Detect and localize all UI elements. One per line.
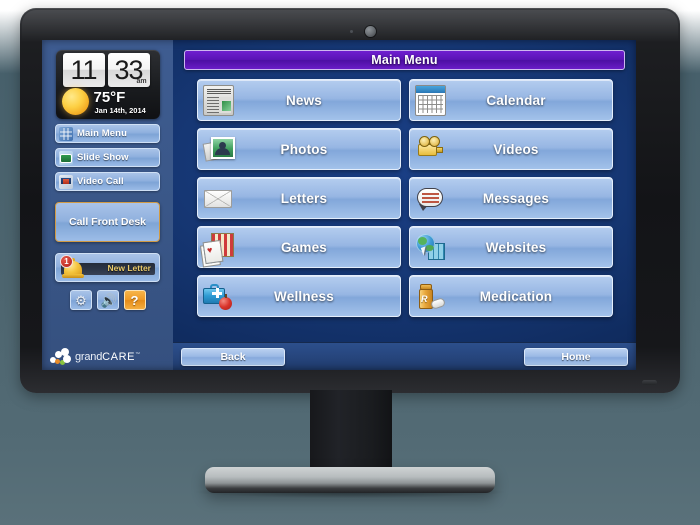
rx-label: R [421, 293, 428, 304]
menu-tile-websites[interactable]: Websites [409, 226, 613, 268]
screenshot-stage: 11 33 am 75°F Jan 14th, 2014 Main Menu S… [0, 0, 700, 525]
new-letter-alert-button[interactable]: 1 New Letter [55, 253, 160, 282]
sidebar-item-slide-show[interactable]: Slide Show [55, 148, 160, 167]
menu-tile-label: News [285, 92, 323, 108]
grandcare-logo: grandCARE™ [50, 348, 140, 365]
call-front-desk-label: Call Front Desk [68, 216, 147, 228]
monitor-stand-neck [310, 390, 392, 475]
camera-reel-right [429, 135, 440, 147]
speech-bubble-icon [415, 183, 446, 214]
news-icon [203, 84, 234, 116]
webcam-led-icon [350, 30, 353, 33]
bubble-body [417, 187, 443, 207]
speaker-icon: 🔊 [100, 293, 117, 308]
bell-icon: 1 [60, 255, 84, 280]
menu-tile-videos[interactable]: Videos [409, 128, 613, 170]
logo-text-grand: grand [75, 350, 103, 363]
notification-badge: 1 [60, 255, 73, 268]
sun-icon [61, 88, 89, 115]
monitor-stand-base [205, 467, 495, 493]
envelope-body [204, 189, 232, 208]
logo-dot [63, 355, 71, 363]
menu-tile-messages[interactable]: Messages [409, 177, 613, 219]
volume-button[interactable]: 🔊 [96, 290, 119, 310]
menu-tile-photos[interactable]: Photos [197, 128, 401, 170]
clock-weather-widget: 11 33 am 75°F Jan 14th, 2014 [55, 50, 160, 119]
new-letter-label: New Letter [107, 262, 151, 273]
bell-rim [62, 274, 84, 278]
menu-tile-label: Wellness [274, 288, 334, 304]
menu-tile-label: Medication [479, 288, 553, 304]
pill-bottle-icon: R [415, 281, 447, 312]
settings-button[interactable]: ⚙ [69, 290, 92, 310]
clock-meridiem: am [136, 78, 147, 85]
menu-tile-label: Letters [280, 190, 328, 206]
menu-tile-medication[interactable]: R Medication [409, 275, 613, 317]
clock-hours: 11 [62, 53, 105, 87]
slideshow-icon [59, 150, 73, 165]
camera-lens [436, 146, 443, 153]
sidebar-item-main-menu[interactable]: Main Menu [55, 124, 160, 143]
logo-dots-icon [50, 348, 71, 365]
medical-bag-icon [203, 281, 234, 312]
sidebar: 11 33 am 75°F Jan 14th, 2014 Main Menu S… [42, 40, 173, 370]
page-title: Main Menu [184, 50, 625, 70]
menu-tile-label: Messages [482, 190, 550, 206]
question-icon: ? [130, 293, 139, 308]
bottom-navigation-bar: Back Home [173, 342, 636, 370]
logo-trademark: ™ [135, 350, 140, 357]
page-title-text: Main Menu [371, 53, 438, 67]
menu-tile-calendar[interactable]: Calendar [409, 79, 613, 121]
menu-grid: News Calendar Photos Videos Letters Mess… [184, 79, 625, 317]
menu-tile-wellness[interactable]: Wellness [197, 275, 401, 317]
envelope-icon [203, 183, 234, 214]
call-front-desk-button[interactable]: Call Front Desk [55, 202, 160, 242]
sidebar-item-label: Video Call [77, 176, 124, 187]
menu-tile-games[interactable]: ♥ Games [197, 226, 401, 268]
help-button[interactable]: ? [123, 290, 146, 310]
photos-icon [203, 134, 235, 165]
menu-tile-label: Videos [493, 141, 539, 157]
back-button[interactable]: Back [181, 347, 285, 366]
home-button[interactable]: Home [524, 347, 628, 366]
menu-tile-label: Websites [485, 239, 547, 255]
menu-tile-label: Calendar [486, 92, 546, 108]
webcam-icon [365, 26, 376, 37]
globe-icon [415, 232, 446, 263]
menu-tile-label: Photos [280, 141, 328, 157]
video-call-icon [59, 174, 73, 189]
home-button-label: Home [561, 350, 591, 363]
video-camera-icon [415, 134, 446, 165]
sidebar-item-label: Main Menu [77, 128, 127, 139]
back-button-label: Back [220, 350, 246, 363]
sidebar-item-video-call[interactable]: Video Call [55, 172, 160, 191]
photo-person-body [215, 147, 230, 155]
playing-cards-icon: ♥ [203, 232, 234, 263]
apple-icon [219, 293, 232, 310]
monitor-screen: 11 33 am 75°F Jan 14th, 2014 Main Menu S… [42, 40, 636, 370]
main-panel: Main Menu News Calendar Photos Videos Le… [173, 40, 636, 370]
menu-tile-label: Games [280, 239, 328, 255]
date-value: Jan 14th, 2014 [94, 106, 146, 115]
sidebar-item-label: Slide Show [77, 152, 129, 163]
card-suit: ♥ [206, 244, 214, 255]
menu-tile-news[interactable]: News [197, 79, 401, 121]
logo-text: grandCARE™ [75, 351, 140, 363]
menu-tile-letters[interactable]: Letters [197, 177, 401, 219]
grid-icon [59, 126, 73, 141]
power-indicator [642, 380, 657, 385]
logo-text-care: CARE [102, 350, 136, 363]
gear-icon: ⚙ [75, 293, 87, 308]
temperature-value: 75°F [93, 89, 126, 106]
quick-button-row: ⚙ 🔊 ? [69, 290, 146, 310]
calendar-icon [415, 84, 446, 116]
bezel-gloss [22, 10, 678, 42]
